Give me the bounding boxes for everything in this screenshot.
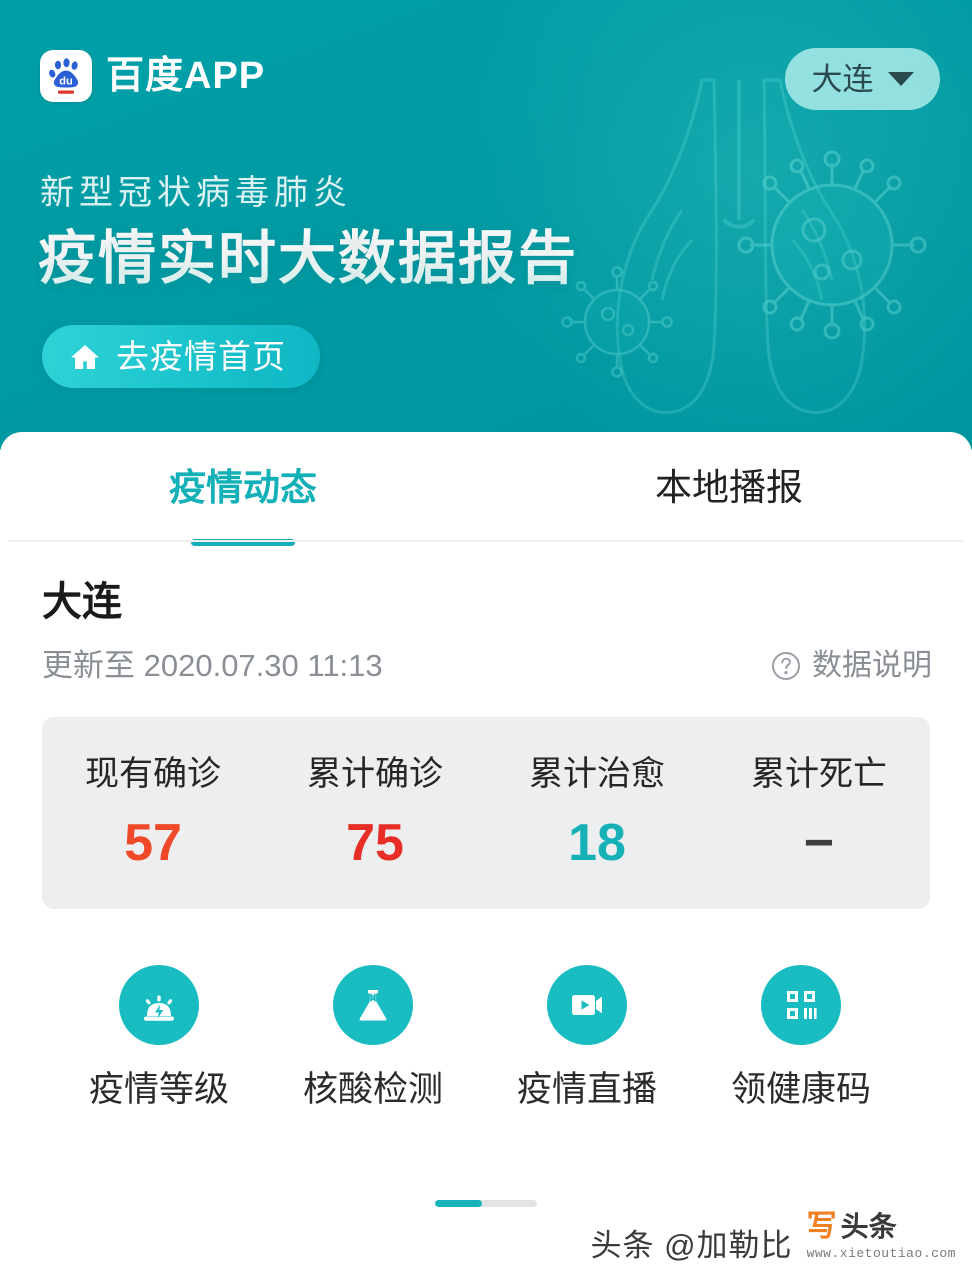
brand-name: 百度APP <box>106 55 266 97</box>
meta-row: 更新至 2020.07.30 11:13 数据说明 <box>42 650 932 681</box>
stat-existing-confirmed: 现有确诊 57 <box>42 757 264 869</box>
stat-value: 57 <box>124 814 182 872</box>
watermark-url: www.xietoutiao.com <box>806 1246 956 1261</box>
shortcut-mask[interactable]: 口罩 <box>908 965 972 1107</box>
shortcut-scroll-indicator[interactable] <box>435 1200 537 1207</box>
stat-label: 累计治愈 <box>529 755 665 793</box>
tab-epidemic-updates-label: 疫情动态 <box>169 466 317 508</box>
svg-text:du: du <box>59 75 72 87</box>
scroll-indicator-thumb <box>435 1200 482 1207</box>
watermark-logo: 写 头条 www.xietoutiao.com <box>806 1210 956 1262</box>
watermark-account: 头条 @加勒比 <box>590 1228 793 1263</box>
stat-label: 累计确诊 <box>307 755 443 793</box>
go-home-button[interactable]: 去疫情首页 <box>42 325 320 388</box>
data-note-link[interactable]: 数据说明 <box>771 648 932 682</box>
stat-total-confirmed: 累计确诊 75 <box>264 757 486 869</box>
shortcut-label: 领健康码 <box>730 1070 871 1107</box>
watermark-logo-xie: 写 <box>806 1210 837 1243</box>
go-home-button-label: 去疫情首页 <box>116 338 286 375</box>
stat-value: − <box>803 814 835 872</box>
hero-title: 疫情实时大数据报告 <box>38 226 579 291</box>
hero-subtitle: 新型冠状病毒肺炎 <box>40 174 352 212</box>
watermark-logo-toutiao: 头条 <box>840 1211 897 1242</box>
home-icon <box>68 340 102 374</box>
city-header: 大连 更新至 2020.07.30 11:13 数据说明 <box>0 542 972 681</box>
brand: du 百度APP <box>40 50 265 102</box>
page-title: 大连 <box>42 580 122 624</box>
stat-label: 累计死亡 <box>751 755 887 793</box>
city-selector-value: 大连 <box>811 61 874 97</box>
city-selector-button[interactable]: 大连 <box>785 48 940 110</box>
page-root: du 百度APP 大连 新型冠状病毒肺炎 疫情实时大数据报告 去疫情首页 疫情动… <box>0 0 972 1275</box>
tab-bar: 疫情动态 本地播报 <box>0 432 972 546</box>
shortcut-nucleic-acid-test[interactable]: 核酸检测 <box>266 965 480 1107</box>
content-sheet: 疫情动态 本地播报 大连 更新至 2020.07.30 11:13 数据说明 现… <box>0 432 972 1275</box>
qr-code-icon <box>761 965 841 1045</box>
shortcut-label: 疫情直播 <box>516 1070 657 1107</box>
stat-value: 75 <box>346 814 404 872</box>
shortcut-label: 核酸检测 <box>302 1070 443 1107</box>
watermark: 头条 @加勒比 写 头条 www.xietoutiao.com <box>590 1210 956 1263</box>
stat-label: 现有确诊 <box>85 755 221 793</box>
data-note-label: 数据说明 <box>812 648 932 682</box>
tab-epidemic-updates[interactable]: 疫情动态 <box>0 432 486 546</box>
video-live-icon <box>547 965 627 1045</box>
tab-bar-divider <box>8 540 964 542</box>
shortcut-label: 疫情等级 <box>88 1070 229 1107</box>
tab-local-broadcast-label: 本地播报 <box>655 466 803 508</box>
flask-icon <box>333 965 413 1045</box>
update-time: 更新至 2020.07.30 11:13 <box>42 648 383 683</box>
stat-value: 18 <box>568 814 626 872</box>
shortcut-health-code[interactable]: 领健康码 <box>694 965 908 1107</box>
statistics-card: 现有确诊 57 累计确诊 75 累计治愈 18 累计死亡 − <box>42 717 930 909</box>
shortcut-row[interactable]: 疫情等级 核酸检测 疫情直播 领健康码 <box>0 965 972 1107</box>
tab-local-broadcast[interactable]: 本地播报 <box>486 432 972 542</box>
chevron-down-icon <box>887 72 914 86</box>
shortcut-epidemic-level[interactable]: 疫情等级 <box>52 965 266 1107</box>
stat-total-deaths: 累计死亡 − <box>708 757 930 869</box>
baidu-paw-logo-icon: du <box>40 50 92 102</box>
stat-total-cured: 累计治愈 18 <box>486 757 708 869</box>
alarm-siren-icon <box>119 965 199 1045</box>
hero-banner: du 百度APP 大连 新型冠状病毒肺炎 疫情实时大数据报告 去疫情首页 <box>0 0 972 450</box>
question-circle-icon <box>771 651 801 681</box>
shortcut-live-stream[interactable]: 疫情直播 <box>480 965 694 1107</box>
